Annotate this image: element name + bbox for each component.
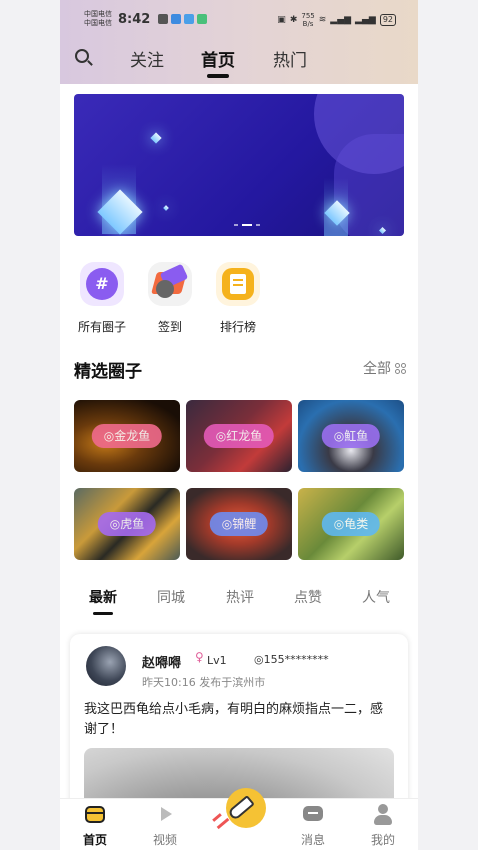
feed-tab-local[interactable]: 同城 [157, 587, 185, 607]
hash-icon: # [80, 262, 124, 306]
net-speed-value: 755 [301, 12, 315, 20]
shortcut-label: 排行榜 [219, 320, 256, 334]
signal-icon: ▂▄▆ [330, 15, 352, 25]
section-title: 精选圈子 [74, 362, 142, 382]
post-phone: ◎155******** [254, 653, 329, 666]
post-username[interactable]: 赵嘚嘚 [142, 652, 181, 671]
post-text: 我这巴西龟给点小毛病，有明白的麻烦指点一二，感谢了！ [84, 702, 384, 737]
checkin-icon [148, 262, 192, 306]
net-speed-unit: B/s [302, 20, 314, 28]
circle-card[interactable]: ◎金龙鱼 [74, 400, 180, 472]
notification-icon [197, 14, 207, 24]
tabbar-label: 视频 [152, 833, 177, 847]
tab-hot[interactable]: 热门 [273, 46, 307, 71]
app-screen: 中国电信 中国电信 8:42 ▣ ✱ 755 B/s ≋ ▂▄▆ ▂▄▆ 92 … [60, 0, 418, 850]
circle-card[interactable]: ◎龟类 [298, 488, 404, 560]
feed-tab-indicator [93, 612, 113, 615]
home-icon [84, 803, 106, 825]
notification-icon [184, 14, 194, 24]
tabbar-label: 我的 [370, 833, 395, 847]
view-all-button[interactable]: 全部 [363, 358, 406, 378]
female-icon: ♀ [195, 650, 204, 664]
shortcut-label: 所有圈子 [77, 320, 126, 334]
play-icon [154, 803, 176, 825]
level-badge: Lv1 [207, 654, 227, 667]
banner-pager [234, 224, 260, 226]
tabbar-video[interactable]: 视频 [140, 803, 190, 848]
feed-tab-latest[interactable]: 最新 [89, 587, 117, 607]
feed-tab-popular[interactable]: 人气 [362, 587, 390, 607]
carrier-label: 中国电信 [84, 19, 112, 27]
feed-tab-likes[interactable]: 点赞 [294, 587, 322, 607]
header: 中国电信 中国电信 8:42 ▣ ✱ 755 B/s ≋ ▂▄▆ ▂▄▆ 92 … [60, 0, 418, 84]
circle-label: ◎锦鲤 [209, 512, 269, 536]
circle-card[interactable]: ◎虎鱼 [74, 488, 180, 560]
notification-icon [158, 14, 168, 24]
tabbar-messages[interactable]: 消息 [288, 803, 338, 848]
tabbar-label: 消息 [300, 833, 325, 847]
grid-icon [395, 362, 406, 374]
shortcut-all-circles[interactable]: # 所有圈子 [72, 262, 132, 335]
shortcut-ranking[interactable]: 排行榜 [208, 262, 268, 335]
ranking-icon [216, 262, 260, 306]
tab-home[interactable]: 首页 [201, 46, 235, 71]
view-all-label: 全部 [363, 361, 391, 377]
shortcut-checkin[interactable]: 签到 [140, 262, 200, 335]
carrier-label: 中国电信 [84, 10, 112, 18]
circle-label: ◎金龙鱼 [91, 424, 163, 448]
feed-tab-hot-comments[interactable]: 热评 [226, 587, 254, 607]
bluetooth-icon: ✱ [289, 15, 298, 25]
publish-rocket-button[interactable] [210, 786, 270, 842]
tabbar-mine[interactable]: 我的 [358, 803, 408, 848]
circle-label: ◎虎鱼 [97, 512, 157, 536]
shortcut-label: 签到 [157, 320, 182, 334]
notification-icons [158, 14, 207, 24]
vibrate-icon: ▣ [277, 15, 286, 25]
net-speed: 755 B/s [301, 12, 314, 28]
post-meta: 昨天10:16 发布于滨州市 [142, 676, 266, 689]
search-icon[interactable] [74, 48, 94, 68]
notification-icon [171, 14, 181, 24]
battery-icon: 92 [379, 14, 396, 26]
tab-follow[interactable]: 关注 [130, 46, 164, 71]
status-bar: 中国电信 中国电信 8:42 ▣ ✱ 755 B/s ≋ ▂▄▆ ▂▄▆ 92 [60, 8, 418, 30]
tabbar-label: 首页 [82, 833, 107, 847]
status-right: ▣ ✱ 755 B/s ≋ ▂▄▆ ▂▄▆ 92 [277, 12, 396, 28]
cube-graphic [150, 132, 162, 144]
carrier-info: 中国电信 中国电信 [84, 10, 112, 28]
wifi-icon: ≋ [318, 15, 327, 25]
top-nav: 关注 首页 热门 [60, 44, 418, 78]
circle-card[interactable]: ◎锦鲤 [186, 488, 292, 560]
circle-label: ◎龟类 [321, 512, 381, 536]
promo-banner[interactable] [74, 94, 404, 236]
status-time: 8:42 [118, 12, 151, 27]
tabbar-home[interactable]: 首页 [70, 803, 120, 848]
profile-icon [372, 803, 394, 825]
circle-label: ◎红龙鱼 [203, 424, 275, 448]
signal-icon: ▂▄▆ [355, 15, 376, 25]
circle-card[interactable]: ◎红龙鱼 [186, 400, 292, 472]
tab-indicator [207, 74, 229, 78]
circle-label: ◎魟鱼 [321, 424, 381, 448]
message-icon [302, 803, 324, 825]
cube-graphic [163, 205, 169, 211]
circle-card[interactable]: ◎魟鱼 [298, 400, 404, 472]
avatar[interactable] [86, 646, 126, 686]
